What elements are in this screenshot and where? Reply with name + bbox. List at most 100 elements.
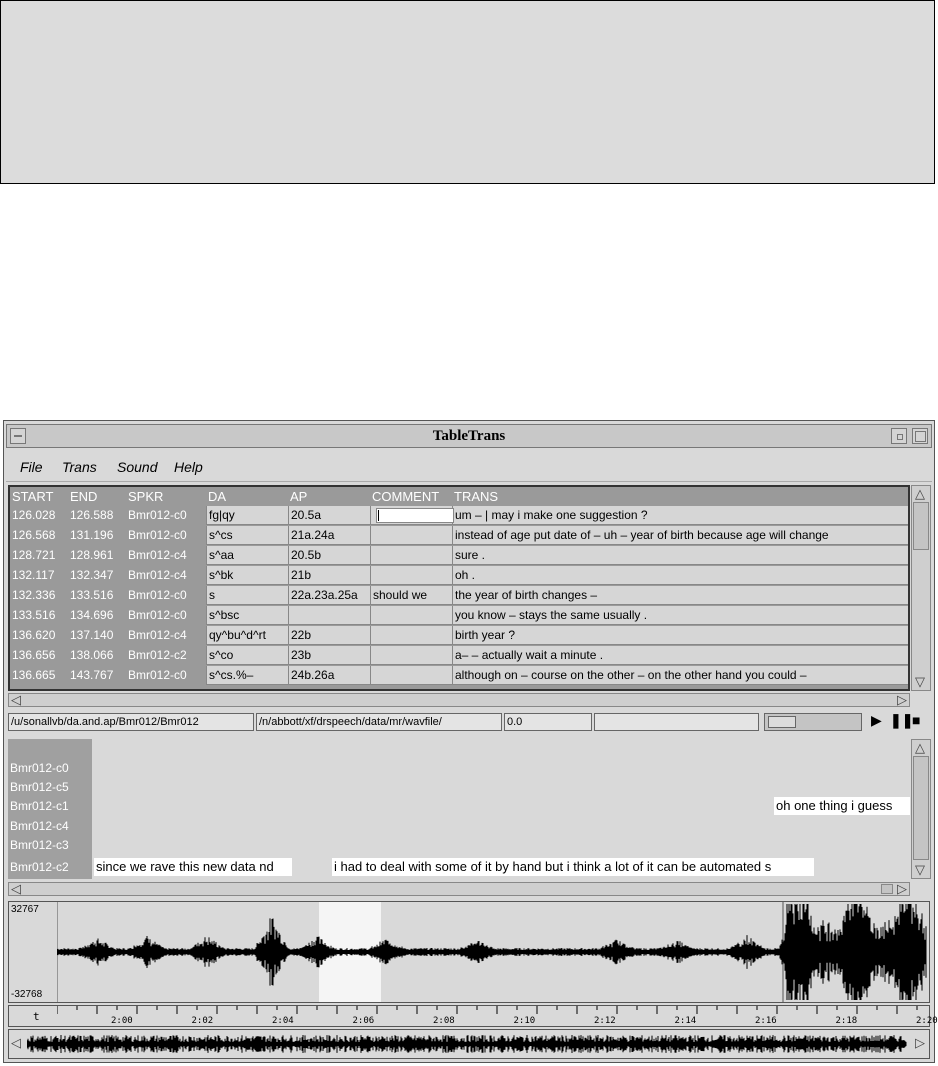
header-da[interactable]: DA [206, 487, 288, 506]
table-cell[interactable]: s^co [206, 646, 288, 665]
table-cell[interactable]: 20.5a [288, 506, 370, 525]
table-cell[interactable]: s^cs.%– [206, 666, 288, 685]
table-cell[interactable]: Bmr012-c0 [126, 526, 206, 545]
table-cell[interactable]: Bmr012-c0 [126, 666, 206, 685]
table-row[interactable]: 132.117 132.347 Bmr012-c4 s^bk 21b oh . [10, 566, 908, 585]
scroll-left-arrow-icon[interactable]: ◁ [11, 693, 21, 707]
table-cell[interactable]: s^bsc [206, 606, 288, 625]
table-cell[interactable]: 136.665 [10, 666, 68, 685]
table-cell[interactable]: Bmr012-c2 [126, 646, 206, 665]
lane-segment-c1[interactable]: oh one thing i guess [774, 797, 910, 815]
table-horizontal-scrollbar[interactable]: ◁ ▷ [8, 693, 910, 707]
table-cell[interactable]: 136.620 [10, 626, 68, 645]
table-cell[interactable] [370, 546, 452, 565]
table-cell[interactable]: Bmr012-c0 [126, 586, 206, 605]
table-cell[interactable]: 138.066 [68, 646, 126, 665]
table-cell[interactable]: 23b [288, 646, 370, 665]
table-cell[interactable]: Bmr012-c4 [126, 566, 206, 585]
table-cell[interactable]: qy^bu^d^rt [206, 626, 288, 645]
lane-segment-c2-b[interactable]: i had to deal with some of it by hand bu… [332, 858, 814, 876]
table-cell[interactable]: 22a.23a.25a [288, 586, 370, 605]
table-cell[interactable]: Bmr012-c4 [126, 546, 206, 565]
header-spkr[interactable]: SPKR [126, 487, 206, 506]
title-bar[interactable]: TableTrans [6, 424, 932, 448]
table-cell[interactable]: should we [370, 586, 452, 605]
table-cell[interactable]: um – | may i make one suggestion ? [452, 506, 908, 525]
slider-knob[interactable] [768, 716, 796, 728]
table-row[interactable]: 126.568 131.196 Bmr012-c0 s^cs 21a.24a instea… [10, 526, 908, 545]
table-cell[interactable]: 20.5b [288, 546, 370, 565]
lanes-hscroll-thumb[interactable] [881, 884, 893, 894]
waveform-panel[interactable]: 32767 -32768 [8, 901, 930, 1003]
table-cell[interactable]: 22b [288, 626, 370, 645]
table-row[interactable]: 132.336 133.516 Bmr012-c0 s 22a.23a.25a shoul… [10, 586, 908, 605]
overview-waveform[interactable]: ◁ ▷ [8, 1029, 930, 1059]
lanes-horizontal-scrollbar[interactable]: ◁ ▷ [8, 882, 910, 896]
lane-segment-c2-a[interactable]: since we rave this new data nd [94, 858, 292, 876]
table-cell[interactable]: although on – course on the other – on t… [452, 666, 908, 685]
lanes-scroll-thumb[interactable] [913, 756, 929, 860]
menu-trans[interactable]: Trans [62, 459, 97, 475]
scroll-left-arrow-icon[interactable]: ◁ [11, 882, 21, 896]
table-cell[interactable]: sure . [452, 546, 908, 565]
table-row[interactable]: 128.721 128.961 Bmr012-c4 s^aa 20.5b sure . [10, 546, 908, 565]
table-cell[interactable]: 132.347 [68, 566, 126, 585]
table-cell[interactable]: 137.140 [68, 626, 126, 645]
table-cell[interactable]: s [206, 586, 288, 605]
table-cell[interactable] [370, 606, 452, 625]
table-cell[interactable]: oh . [452, 566, 908, 585]
table-cell[interactable]: 21b [288, 566, 370, 585]
header-start[interactable]: START [10, 487, 68, 506]
maximize-icon[interactable] [912, 428, 928, 444]
scroll-right-arrow-icon[interactable]: ▷ [897, 693, 907, 707]
scroll-right-arrow-icon[interactable]: ▷ [897, 882, 907, 896]
table-cell[interactable]: s^cs [206, 526, 288, 545]
table-cell[interactable]: Bmr012-c0 [126, 606, 206, 625]
table-cell[interactable]: the year of birth changes – [452, 586, 908, 605]
table-cell[interactable]: a– – actually wait a minute . [452, 646, 908, 665]
playback-slider[interactable] [764, 713, 862, 731]
table-row[interactable]: 133.516 134.696 Bmr012-c0 s^bsc you know – s… [10, 606, 908, 625]
wavefile-path-field[interactable]: /n/abbott/xf/drspeech/data/mr/wavfile/ [256, 713, 502, 731]
time-ruler[interactable]: t 2:00 2:02 2:04 2:06 2:08 2:10 2:12 2:14 2:16 2:… [8, 1005, 938, 1027]
table-cell[interactable] [288, 606, 370, 625]
table-cell[interactable]: 136.656 [10, 646, 68, 665]
table-cell[interactable]: 128.961 [68, 546, 126, 565]
scroll-left-arrow-icon[interactable]: ◁ [11, 1036, 21, 1050]
table-cell[interactable]: 126.588 [68, 506, 126, 525]
table-row[interactable]: 136.620 137.140 Bmr012-c4 qy^bu^d^rt 22b birt… [10, 626, 908, 645]
minimize-icon[interactable] [891, 428, 907, 444]
table-cell[interactable]: fg|qy [206, 506, 288, 525]
table-cell[interactable]: 134.696 [68, 606, 126, 625]
table-cell[interactable]: 133.516 [10, 606, 68, 625]
table-cell[interactable] [370, 566, 452, 585]
menu-sound[interactable]: Sound [117, 459, 157, 475]
menu-help[interactable]: Help [174, 459, 203, 475]
table-scroll-thumb[interactable] [913, 502, 929, 550]
menu-file[interactable]: File [20, 459, 43, 475]
table-cell[interactable]: 128.721 [10, 546, 68, 565]
table-cell[interactable] [370, 666, 452, 685]
stop-icon[interactable]: ■ [912, 712, 920, 728]
table-cell[interactable]: 24b.26a [288, 666, 370, 685]
table-cell[interactable]: 132.336 [10, 586, 68, 605]
table-cell[interactable]: instead of age put date of – uh – year o… [452, 526, 908, 545]
table-cell[interactable]: 131.196 [68, 526, 126, 545]
table-cell[interactable] [370, 626, 452, 645]
scroll-down-arrow-icon[interactable]: ▽ [915, 863, 925, 877]
table-cell[interactable]: 21a.24a [288, 526, 370, 545]
header-end[interactable]: END [68, 487, 126, 506]
table-cell[interactable]: s^aa [206, 546, 288, 565]
table-row[interactable]: 136.656 138.066 Bmr012-c2 s^co 23b a– – actua… [10, 646, 908, 665]
pause-icon[interactable]: ❚❚ [890, 712, 913, 729]
scroll-up-arrow-icon[interactable]: △ [915, 487, 925, 501]
header-trans[interactable]: TRANS [452, 487, 908, 506]
time-field[interactable]: 0.0 [504, 713, 592, 731]
table-cell[interactable]: Bmr012-c4 [126, 626, 206, 645]
play-icon[interactable]: ▶ [871, 712, 882, 729]
table-row[interactable]: 136.665 143.767 Bmr012-c0 s^cs.%– 24b.26a alt… [10, 666, 908, 685]
scroll-right-arrow-icon[interactable]: ▷ [915, 1036, 925, 1050]
table-cell[interactable]: you know – stays the same usually . [452, 606, 908, 625]
table-cell[interactable]: 126.028 [10, 506, 68, 525]
lanes-vertical-scrollbar[interactable]: △ ▽ [911, 739, 931, 879]
